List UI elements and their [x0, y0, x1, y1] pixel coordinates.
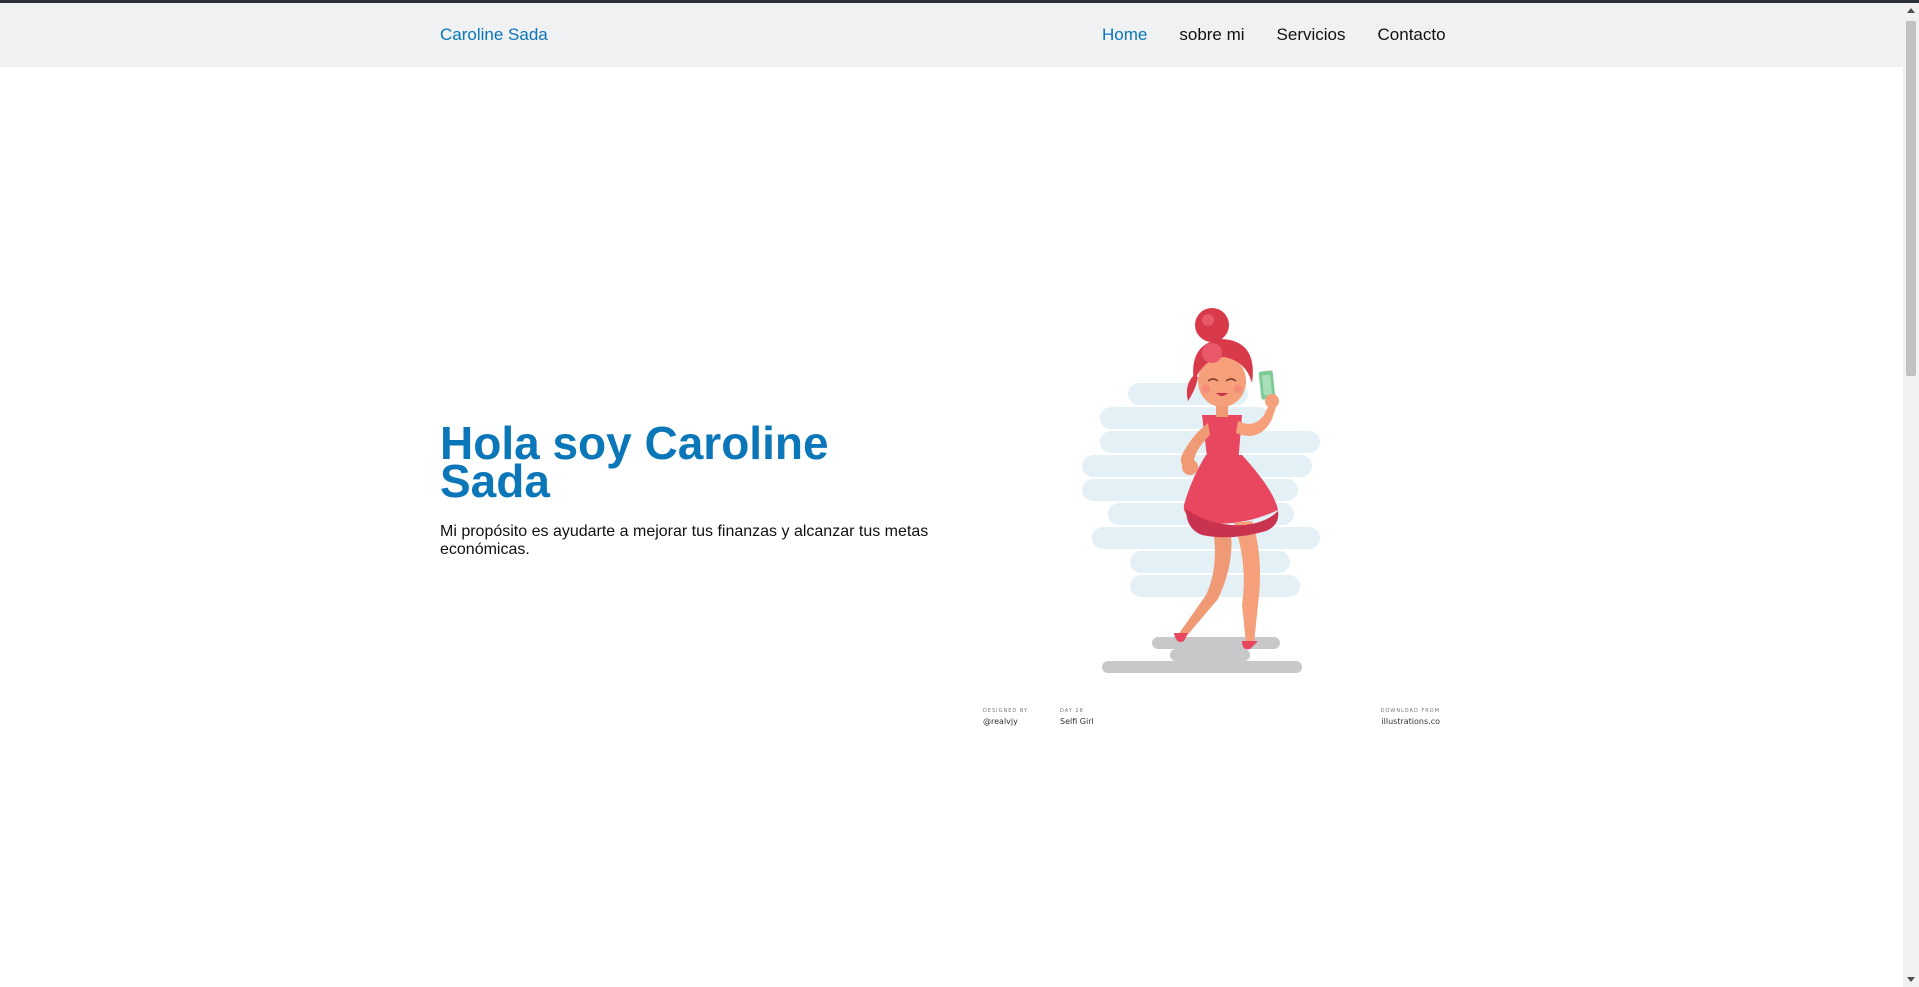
credit-designer-handle: @realvjy: [983, 717, 1018, 726]
nav-link-contacto[interactable]: Contacto: [1378, 25, 1446, 45]
credit-download: DOWNLOAD FROM illustrations.co: [1381, 708, 1440, 726]
scroll-up-arrow-icon[interactable]: [1907, 8, 1915, 13]
ground-shadow: [1102, 637, 1302, 673]
nav-link-home[interactable]: Home: [1102, 25, 1147, 45]
nav-link-servicios[interactable]: Servicios: [1277, 25, 1346, 45]
credit-day-label: DAY 28: [1060, 708, 1084, 714]
credit-download-label: DOWNLOAD FROM: [1380, 708, 1440, 714]
credit-designer: DESIGNED BY @realvjy: [983, 708, 1028, 726]
hero-title: Hola soy Caroline Sada: [440, 417, 829, 507]
credit-title: Selfi Girl: [1060, 717, 1094, 726]
credit-site: illustrations.co: [1381, 717, 1440, 726]
brand-link[interactable]: Caroline Sada: [440, 25, 548, 45]
vertical-scrollbar[interactable]: [1903, 3, 1919, 987]
hero-description: Mi propósito es ayudarte a mejorar tus f…: [440, 523, 929, 558]
nav-links: Home sobre mi Servicios Contacto: [1090, 25, 1446, 45]
selfie-girl-illustration: [1082, 308, 1320, 673]
credit-designed-label: DESIGNED BY: [983, 708, 1029, 714]
navbar: Caroline Sada Home sobre mi Servicios Co…: [0, 3, 1903, 67]
illustration-credits: DESIGNED BY @realvjy DAY 28 Selfi Girl D…: [983, 708, 1440, 732]
scroll-down-arrow-icon[interactable]: [1907, 977, 1915, 982]
credit-day: DAY 28 Selfi Girl: [1060, 708, 1094, 726]
nav-link-sobre-mi[interactable]: sobre mi: [1179, 25, 1244, 45]
scroll-thumb[interactable]: [1906, 21, 1916, 376]
